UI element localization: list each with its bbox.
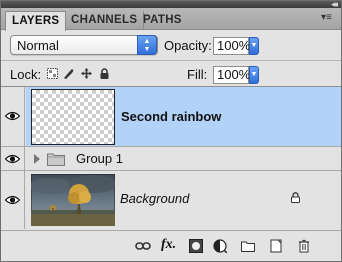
visibility-toggle[interactable] — [1, 171, 25, 229]
lock-all-icon[interactable] — [99, 68, 110, 79]
eye-icon — [5, 195, 20, 205]
layer-name[interactable]: Group 1 — [76, 151, 123, 166]
tab-layers[interactable]: LAYERS — [5, 11, 67, 31]
panel-title-bar[interactable]: ◂◂ — [1, 0, 341, 9]
eye-icon — [5, 111, 20, 121]
layers-panel: ◂◂ LAYERS CHANNELS PATHS ▾≡ Normal ▲ ▼ Op… — [0, 0, 342, 262]
layer-body[interactable]: Group 1 — [26, 147, 341, 170]
link-layers-icon[interactable] — [135, 239, 151, 253]
blend-mode-value: Normal — [17, 38, 59, 53]
fill-label: Fill: — [187, 67, 208, 82]
layer-thumbnail-landscape-photo — [31, 174, 115, 226]
opacity-label: Opacity: — [164, 38, 212, 53]
divider — [1, 60, 341, 61]
layers-list: Second rainbow Group 1 Background — [1, 87, 341, 229]
visibility-toggle[interactable] — [1, 87, 25, 146]
visibility-toggle[interactable] — [1, 147, 25, 170]
blend-mode-stepper-icon[interactable]: ▲ ▼ — [137, 35, 157, 55]
layer-body[interactable]: Background — [26, 171, 341, 229]
lock-label: Lock: — [10, 67, 42, 82]
new-group-icon[interactable] — [241, 239, 255, 253]
layer-name[interactable]: Second rainbow — [121, 109, 221, 124]
eye-icon — [5, 154, 20, 164]
tab-paths[interactable]: PATHS — [137, 11, 188, 30]
fx-icon[interactable]: fx. — [161, 237, 176, 253]
folder-icon — [47, 153, 65, 166]
new-layer-icon[interactable] — [269, 239, 283, 253]
expand-arrow-icon[interactable] — [33, 154, 41, 164]
trash-icon[interactable] — [297, 239, 311, 253]
lock-transparent-pixels-icon[interactable] — [47, 68, 58, 79]
fill-dropdown-icon[interactable]: ▼ — [249, 66, 259, 84]
layer-row-second-rainbow[interactable]: Second rainbow — [1, 87, 341, 147]
adjustment-layer-icon[interactable] — [213, 239, 227, 253]
layer-row-background[interactable]: Background — [1, 171, 341, 229]
blend-mode-select[interactable]: Normal ▲ ▼ — [10, 35, 158, 55]
opacity-input[interactable]: 100% — [213, 37, 250, 55]
layer-mask-icon[interactable] — [189, 239, 203, 253]
fill-input[interactable]: 100% — [213, 66, 250, 84]
lock-icon — [291, 192, 300, 203]
layer-thumbnail-transparent — [31, 89, 115, 145]
layers-toolbar: fx. — [1, 230, 341, 261]
lock-image-pixels-icon[interactable] — [63, 68, 74, 79]
layer-row-group-1[interactable]: Group 1 — [1, 147, 341, 171]
opacity-dropdown-icon[interactable]: ▼ — [249, 37, 259, 55]
layer-body[interactable]: Second rainbow — [26, 87, 341, 146]
lock-position-icon[interactable] — [81, 68, 92, 79]
layer-name[interactable]: Background — [120, 191, 189, 206]
panel-tabs: LAYERS CHANNELS PATHS ▾≡ — [1, 8, 341, 31]
tab-channels[interactable]: CHANNELS — [65, 11, 145, 30]
panel-menu-icon[interactable]: ▾≡ — [321, 12, 335, 24]
